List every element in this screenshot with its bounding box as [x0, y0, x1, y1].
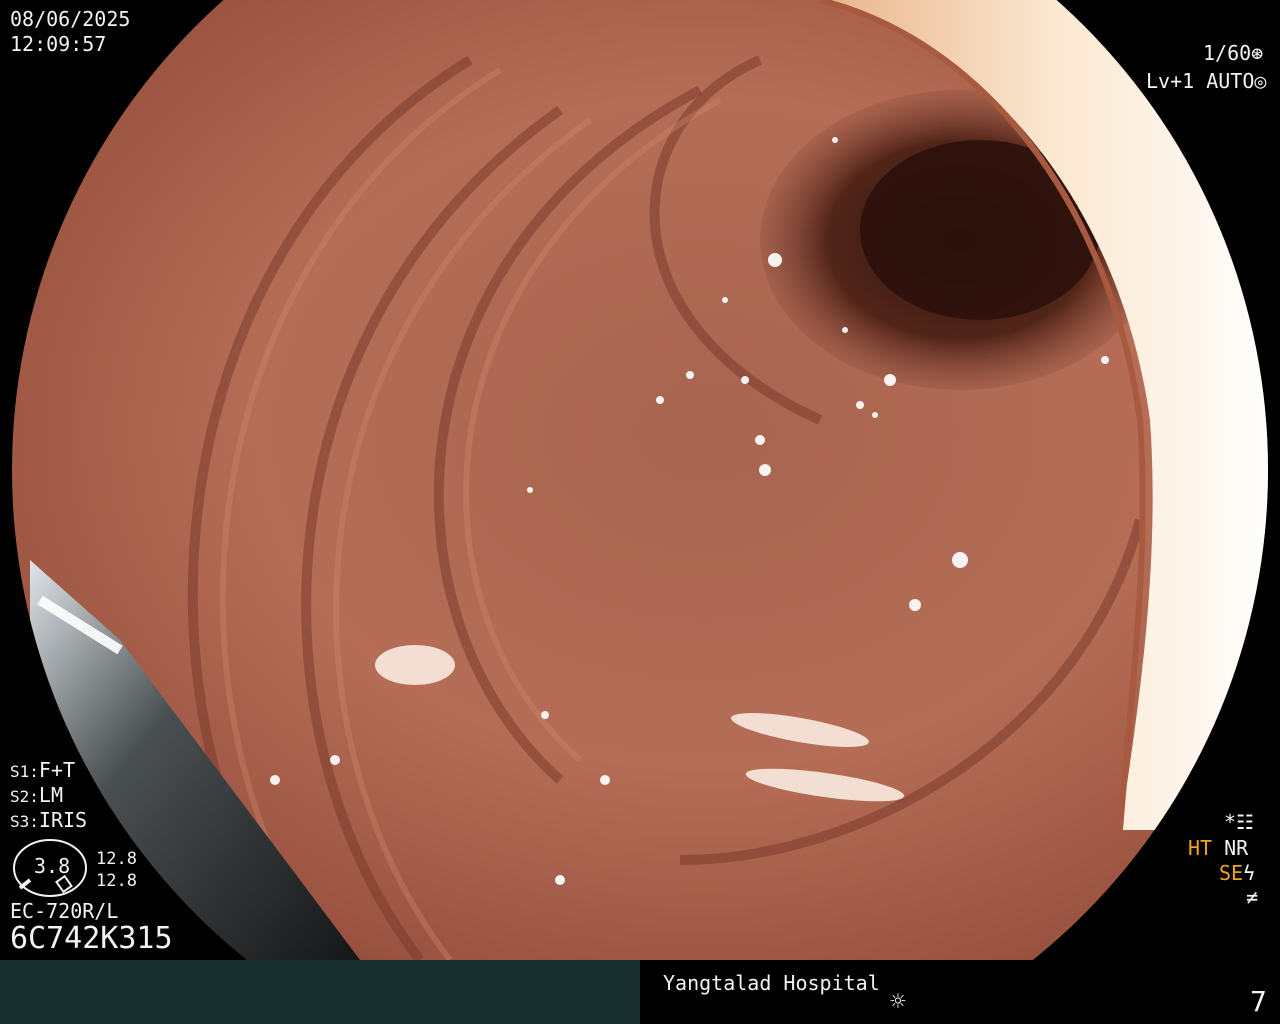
mode-value: AUTO [1206, 69, 1255, 93]
gauge-value: 3.8 [34, 854, 71, 878]
scope-model: EC-720R/L [10, 899, 119, 923]
colon-lumen-image [12, 0, 1268, 960]
level-mode-readout: Lv+1 AUTO◎ [1146, 69, 1266, 93]
switch-s3: S3:IRIS [10, 808, 87, 834]
structure-enhance-icon: ϟ [1243, 861, 1256, 885]
shutter-readout: 1/60⊛ [1203, 41, 1263, 65]
asterisk-icon: * [1224, 810, 1237, 834]
ht-label: HT [1188, 836, 1213, 860]
switch-value: LM [38, 783, 63, 807]
gauge-readout-2: 12.8 [96, 871, 137, 891]
shutter-value: 1/60 [1203, 41, 1252, 65]
date-readout: 08/06/2025 [10, 7, 131, 31]
shutter-icon: ⊛ [1251, 41, 1264, 65]
ht-nr-indicator: HT NR [1188, 836, 1248, 860]
nr-label: NR [1224, 836, 1249, 860]
endoscope-view [0, 0, 1280, 960]
image-counter: 7 [1250, 985, 1267, 1018]
time-readout: 12:09:57 [10, 32, 107, 56]
se-label: SE [1219, 861, 1244, 885]
switch-s1: S1:F+T [10, 758, 75, 784]
footer-left-panel [0, 960, 640, 1024]
gauge-readout-1: 12.8 [96, 849, 137, 869]
footer-bar [0, 960, 1280, 1024]
switch-key: S3: [10, 812, 39, 831]
scope-serial: 6C742K315 [10, 921, 173, 956]
switch-value: F+T [38, 758, 76, 782]
switch-key: S2: [10, 787, 39, 806]
sun-icon: ☼ [890, 987, 906, 1017]
settings-icon: ☷ [1236, 810, 1254, 834]
level-value: Lv+1 [1146, 69, 1195, 93]
not-equal-icon: ≠ [1246, 885, 1259, 909]
switch-s2: S2:LM [10, 783, 63, 809]
switch-key: S1: [10, 762, 39, 781]
iris-icon: ◎ [1254, 69, 1267, 93]
se-indicator: SEϟ [1219, 861, 1255, 885]
settings-indicator: *☷ [1224, 810, 1254, 834]
switch-value: IRIS [38, 808, 88, 832]
hospital-name: Yangtalad Hospital [663, 971, 880, 995]
